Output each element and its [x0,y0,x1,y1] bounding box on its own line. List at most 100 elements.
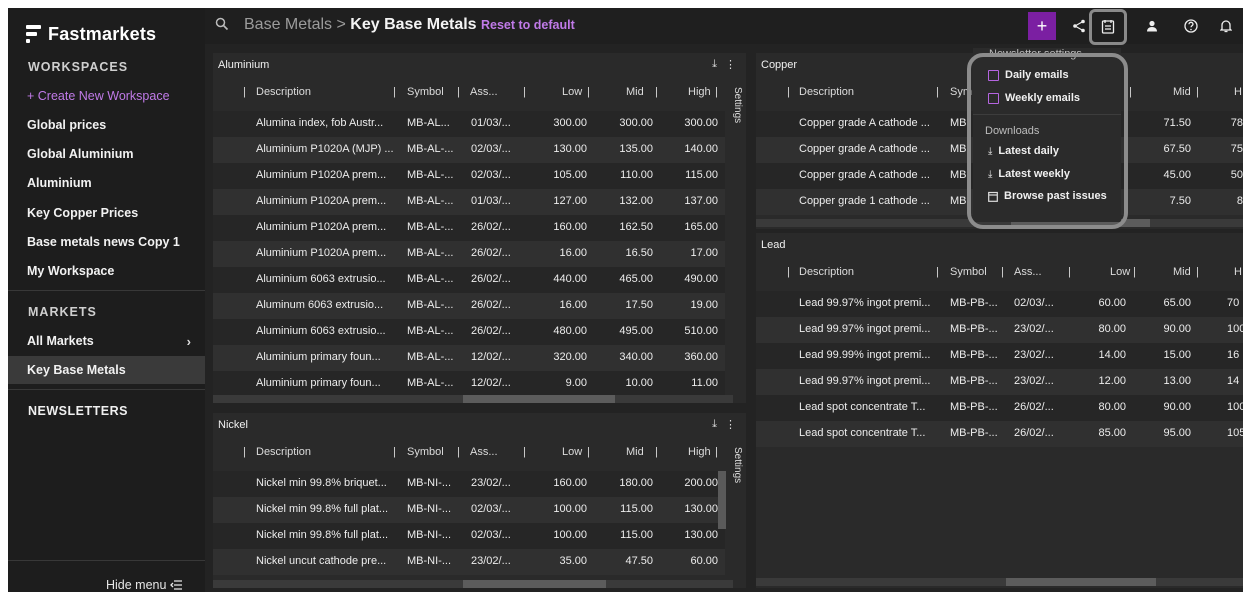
sidebar-item-aluminium[interactable]: Aluminium [8,169,205,197]
chevron-right-icon: › [186,333,191,349]
cell-symbol: MB [950,169,967,181]
table-row[interactable]: Aluminium 6063 extrusio... MB-AL-... 26/02… [213,319,725,345]
sidebar-item-global-aluminium[interactable]: Global Aluminium [8,140,205,168]
cell-low: 100.00 [553,529,587,541]
column-low[interactable]: Low [1110,266,1130,278]
column-high[interactable]: H [1234,86,1242,98]
download-icon[interactable]: ⤓ [712,58,717,71]
cell-assessed: 23/02/... [1014,349,1054,361]
column-high[interactable]: High [688,446,711,458]
table-row[interactable]: Aluminium primary foun... MB-AL-... 12/02/… [213,371,725,397]
sidebar-item-global-prices[interactable]: Global prices [8,111,205,139]
column-assessed[interactable]: Ass... [1014,266,1042,278]
table-row[interactable]: Nickel min 99.8% briquet... MB-NI-... 23/0… [213,471,725,497]
column-symbol[interactable]: Symbol [407,86,444,98]
cell-low: 9.00 [565,377,587,389]
cell-assessed: 26/02/... [471,247,511,259]
table-row[interactable]: Lead spot concentrate T... MB-PB-... 26/02… [756,421,1243,447]
table-row[interactable]: Aluminium P1020A prem... MB-AL-... 01/03/.… [213,189,725,215]
reset-to-default-button[interactable]: Reset to default [481,18,575,32]
scrollbar-thumb[interactable] [463,395,615,403]
cell-symbol: MB-AL-... [407,195,454,207]
horizontal-scrollbar[interactable] [213,580,733,588]
download-icon[interactable]: ⤓ [712,418,717,431]
logo[interactable]: Fastmarkets [26,22,156,46]
user-icon[interactable] [1138,12,1166,40]
column-description[interactable]: Description [799,86,854,98]
settings-rail[interactable]: Settings [729,87,743,123]
more-vertical-icon[interactable]: ⋮ [725,418,736,431]
table-row[interactable]: Lead 99.97% ingot premi... MB-PB-... 02/03… [756,291,1243,317]
column-mid[interactable]: Mid [626,446,644,458]
column-assessed[interactable]: Ass... [470,86,498,98]
column-low[interactable]: Low [562,446,582,458]
settings-rail[interactable]: Settings [729,447,743,483]
sidebar-item-key-copper-prices[interactable]: Key Copper Prices [8,199,205,227]
horizontal-scrollbar[interactable] [213,395,733,403]
column-symbol[interactable]: Symbol [950,266,987,278]
sidebar-item-key-base-metals[interactable]: Key Base Metals [8,356,205,384]
column-symbol[interactable]: Symbol [407,446,444,458]
cell-description: Lead 99.97% ingot premi... [799,323,931,335]
sidebar-item-base-metals-news[interactable]: Base metals news Copy 1 [8,228,205,256]
cell-assessed: 26/02/... [1014,427,1054,439]
column-description[interactable]: Description [256,86,311,98]
table-row[interactable]: Aluminium 6063 extrusio... MB-AL-... 26/02… [213,267,725,293]
cell-assessed: 02/03/... [1014,297,1054,309]
table-row[interactable]: Nickel min 99.8% full plat... MB-NI-... 02… [213,497,725,523]
column-assessed[interactable]: Ass... [470,446,498,458]
table-row[interactable]: Lead 99.99% ingot premi... MB-PB-... 23/02… [756,343,1243,369]
table-row[interactable]: Aluminum 6063 extrusio... MB-AL-... 26/02/… [213,293,725,319]
search-icon[interactable] [215,17,229,31]
cell-mid: 71.50 [1163,117,1191,129]
table-row[interactable]: Aluminium P1020A (MJP) ... MB-AL-... 02/03… [213,137,725,163]
column-mid[interactable]: Mid [1173,266,1191,278]
column-description[interactable]: Description [799,266,854,278]
scrollbar-thumb[interactable] [463,580,606,588]
vertical-scrollbar-thumb[interactable] [718,471,726,529]
cell-mid: 340.00 [619,351,653,363]
hide-menu-button[interactable]: Hide menu [106,578,183,592]
table-row[interactable]: Lead 99.97% ingot premi... MB-PB-... 23/02… [756,317,1243,343]
cell-description: Nickel min 99.8% full plat... [256,529,389,541]
nickel-panel: Nickel ⤓ ⋮ | Description | Symbol | Ass... … [213,413,746,588]
column-mid[interactable]: Mid [1173,86,1191,98]
cell-mid: 10.00 [625,377,653,389]
cell-high: 11.00 [691,377,718,389]
column-high[interactable]: H [1234,266,1242,278]
newsletters-heading[interactable]: NEWSLETTERS [28,404,128,418]
sidebar-item-my-workspace[interactable]: My Workspace [8,257,205,285]
cell-assessed: 26/02/... [1014,401,1054,413]
cell-symbol: MB-NI-... [407,555,451,567]
table-row[interactable]: Aluminium P1020A prem... MB-AL-... 26/02/.… [213,241,725,267]
column-mid[interactable]: Mid [626,86,644,98]
table-row[interactable]: Aluminium primary foun... MB-AL-... 12/02/… [213,345,725,371]
bell-icon[interactable] [1212,12,1240,40]
table-row[interactable]: Lead 99.97% ingot premi... MB-PB-... 23/02… [756,369,1243,395]
plus-icon[interactable]: + [1028,12,1056,40]
more-vertical-icon[interactable]: ⋮ [725,58,736,71]
table-row[interactable]: Nickel min 99.8% full plat... MB-NI-... 02… [213,523,725,549]
cell-assessed: 12/02/... [471,377,511,389]
create-workspace-button[interactable]: + Create New Workspace [8,82,205,110]
table-row[interactable]: Nickel uncut cathode pre... MB-NI-... 23/0… [213,549,725,575]
cell-mid: 47.50 [625,555,653,567]
scrollbar-thumb[interactable] [1006,578,1156,586]
column-low[interactable]: Low [562,86,582,98]
cell-high: 100 [1227,401,1243,413]
horizontal-scrollbar[interactable] [756,578,1243,586]
column-description[interactable]: Description [256,446,311,458]
cell-high: 130.00 [684,529,718,541]
table-row[interactable]: Alumina index, fob Austr... MB-AL... 01/03… [213,111,725,137]
cell-mid: 115.00 [620,503,653,515]
table-row[interactable]: Aluminium P1020A prem... MB-AL-... 26/02/.… [213,215,725,241]
cell-high: 490.00 [684,273,718,285]
help-icon[interactable] [1177,12,1205,40]
table-row[interactable]: Lead spot concentrate T... MB-PB-... 26/02… [756,395,1243,421]
column-high[interactable]: High [688,86,711,98]
logo-text: Fastmarkets [48,23,157,44]
cell-description: Copper grade A cathode ... [799,143,930,155]
breadcrumb-parent[interactable]: Base Metals [244,16,332,33]
table-row[interactable]: Aluminium P1020A prem... MB-AL-... 02/03/.… [213,163,725,189]
sidebar-item-all-markets[interactable]: All Markets › [8,327,205,355]
